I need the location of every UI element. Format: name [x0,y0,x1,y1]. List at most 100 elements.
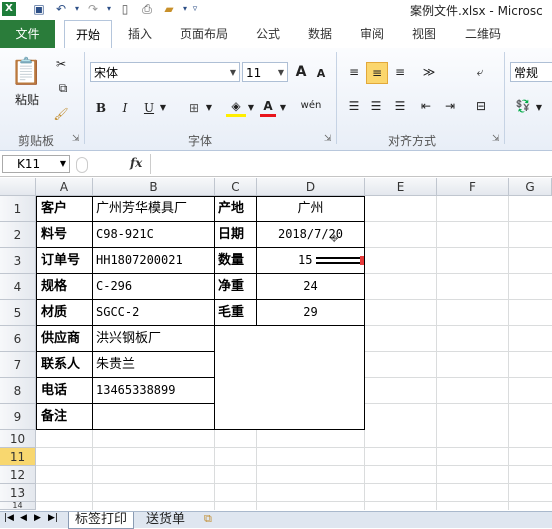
column-header[interactable]: C [215,178,257,196]
cell-A7[interactable]: 联系人 [37,352,92,377]
formula-input[interactable] [150,154,552,174]
row-header[interactable]: 1 [0,196,36,222]
underline-button[interactable]: U [140,98,158,118]
cell-C3[interactable]: 数量 [215,248,256,273]
undo-dropdown-icon[interactable]: ▾ [70,2,84,16]
cell-D2[interactable]: 2018/7/20 [257,222,364,247]
print-preview-icon[interactable]: ⎙ [140,2,154,16]
cut-icon[interactable]: ✂ [52,54,70,74]
font-size-select[interactable]: 11 ▼ [242,62,288,82]
row-header-selected[interactable]: 11 [0,448,36,466]
cell-A4[interactable]: 规格 [37,274,92,299]
cell-A3[interactable]: 订单号 [37,248,92,273]
tab-page-layout[interactable]: 页面布局 [172,20,236,48]
column-header[interactable]: F [437,178,509,196]
customize-icon[interactable]: ▿ [188,2,202,16]
column-header[interactable]: D [257,178,365,196]
cell-A6[interactable]: 供应商 [37,326,92,351]
new-file-icon[interactable]: ▯ [118,2,132,16]
alignment-launcher-icon[interactable]: ⇲ [492,134,500,144]
cell-A5[interactable]: 材质 [37,300,92,325]
tab-view[interactable]: 视图 [404,20,444,48]
number-format-select[interactable]: 常规 [510,62,552,82]
cell-D1[interactable]: 广州 [257,197,364,221]
row-header[interactable]: 14 [0,502,36,510]
redo-dropdown-icon[interactable]: ▾ [102,2,116,16]
fill-color-icon[interactable]: ◈ [226,96,246,117]
redo-icon[interactable]: ↷ [86,2,100,16]
wrap-text-icon[interactable]: ⤶ [470,62,490,82]
insert-sheet-icon[interactable]: ⧉ [204,512,212,526]
decrease-indent-icon[interactable]: ⇤ [416,96,436,116]
currency-format-icon[interactable]: 💱 [512,96,534,116]
row-header[interactable]: 12 [0,466,36,484]
underline-dropdown-icon[interactable]: ▼ [158,98,168,118]
middle-align-icon[interactable]: ≡ [366,62,388,84]
tab-data[interactable]: 数据 [300,20,340,48]
row-header[interactable]: 8 [0,378,36,404]
font-color-dropdown-icon[interactable]: ▼ [278,98,288,118]
tab-formulas[interactable]: 公式 [248,20,288,48]
save-icon[interactable]: ▣ [32,2,46,16]
bottom-align-icon[interactable]: ≡ [390,62,410,82]
prev-sheet-icon[interactable]: ◀ [20,513,27,523]
phonetic-icon[interactable]: wén [300,96,322,116]
cell-C4[interactable]: 净重 [215,274,256,299]
row-header[interactable]: 7 [0,352,36,378]
increase-indent-icon[interactable]: ⇥ [440,96,460,116]
row-header[interactable]: 6 [0,326,36,352]
align-left-icon[interactable]: ☰ [344,96,364,116]
cell-D3[interactable]: 15 [298,248,318,273]
cell-D4[interactable]: 24 [257,274,364,299]
cell-B1[interactable]: 广州芳华模具厂 [96,197,214,221]
align-center-icon[interactable]: ☰ [366,96,386,116]
italic-button[interactable]: I [116,98,134,118]
undo-icon[interactable]: ↶ [54,2,68,16]
cell-C5[interactable]: 毛重 [215,300,256,325]
cell-B2[interactable]: C98-921C [93,222,214,247]
paste-icon[interactable]: 📋 [10,52,42,92]
paste-button[interactable]: 粘贴 [10,90,44,110]
column-header[interactable]: A [36,178,93,196]
grow-font-button[interactable]: A [292,62,310,82]
row-header[interactable]: 4 [0,274,36,300]
name-box[interactable]: K11 ▼ [2,155,70,173]
sheet-tab[interactable]: 送货单 [140,512,191,528]
bold-button[interactable]: B [92,98,110,118]
cell-B9[interactable] [96,404,214,429]
tab-review[interactable]: 审阅 [352,20,392,48]
shrink-font-button[interactable]: A [313,64,329,84]
open-icon[interactable]: ▰ [162,2,176,16]
clipboard-launcher-icon[interactable]: ⇲ [72,134,80,144]
function-icon[interactable]: fx [130,156,142,170]
cell-C2[interactable]: 日期 [215,222,256,247]
fill-color-dropdown-icon[interactable]: ▼ [246,98,256,118]
currency-dropdown-icon[interactable]: ▼ [534,98,544,118]
last-sheet-icon[interactable]: ▶| [48,513,58,523]
font-color-icon[interactable]: A [260,96,276,117]
cell-B7[interactable]: 朱贵兰 [96,352,214,377]
row-header[interactable]: 9 [0,404,36,430]
cell-A8[interactable]: 电话 [37,378,92,403]
cell-A1[interactable]: 客户 [37,197,92,221]
cell-D5[interactable]: 29 [257,300,364,325]
tab-file[interactable]: 文件 [0,20,55,48]
cell-A9[interactable]: 备注 [37,404,92,429]
top-align-icon[interactable]: ≡ [344,62,364,82]
row-header[interactable]: 3 [0,248,36,274]
cell-B4[interactable]: C-296 [93,274,214,299]
orientation-icon[interactable]: ≫ [418,62,440,82]
sheet-tab-active[interactable]: 标签打印 [68,512,135,529]
first-sheet-icon[interactable]: |◀ [4,513,14,523]
formula-bar-resize-handle[interactable] [76,157,88,173]
cell-B5[interactable]: SGCC-2 [93,300,214,325]
next-sheet-icon[interactable]: ▶ [34,513,41,523]
border-icon[interactable]: ⊞ [184,98,204,118]
align-right-icon[interactable]: ☰ [390,96,410,116]
column-header[interactable]: B [93,178,215,196]
column-header[interactable]: G [509,178,552,196]
tab-insert[interactable]: 插入 [120,20,160,48]
cell-B6[interactable]: 洪兴钢板厂 [96,326,214,351]
cell-B3[interactable]: HH1807200021 [93,248,214,273]
border-dropdown-icon[interactable]: ▼ [204,98,214,118]
